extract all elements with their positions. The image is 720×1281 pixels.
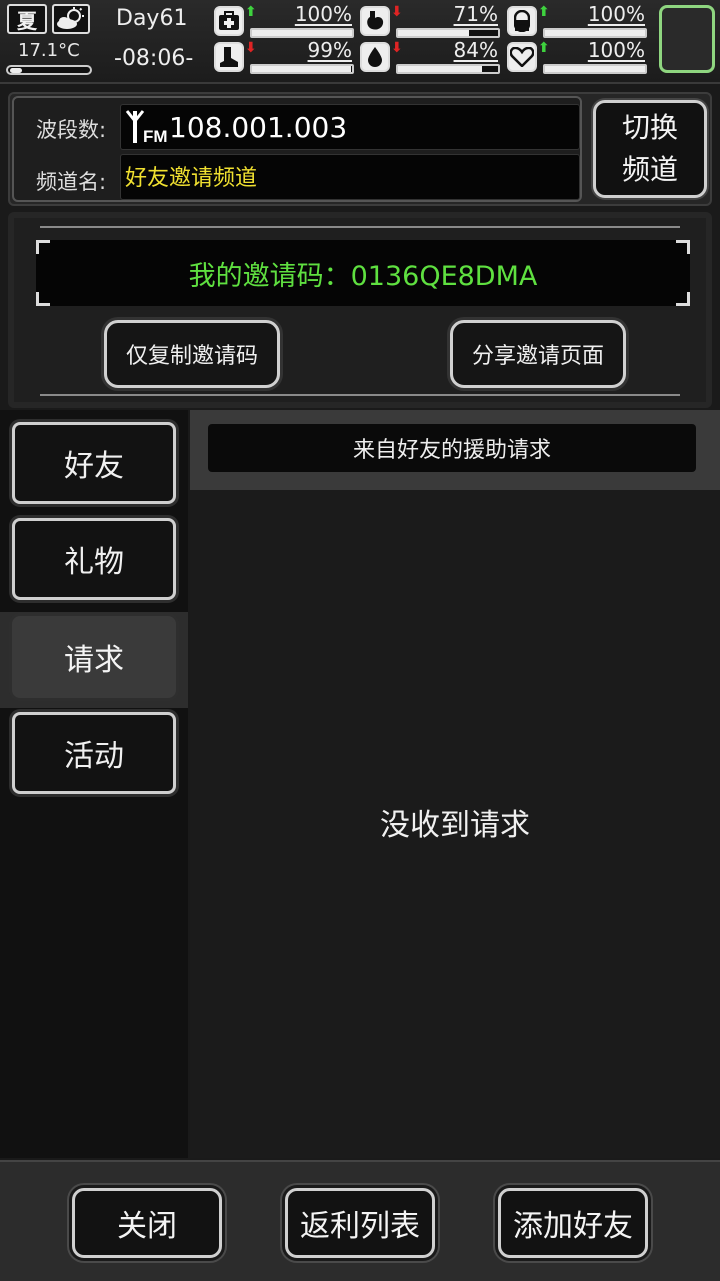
temperature-text: 17.1°C: [18, 40, 80, 61]
game-clock: -08:06-: [114, 46, 194, 71]
stat-bar: [250, 28, 354, 38]
stomach-icon: [360, 6, 390, 36]
stat-fill: [398, 30, 469, 36]
channel-name-box: 好友邀请频道: [120, 154, 580, 200]
close-button[interactable]: 关闭: [72, 1188, 222, 1258]
stat-mood: ⬆ 100%: [507, 38, 647, 74]
stat-medicine: ⬆ 100%: [507, 2, 647, 38]
rebate-list-button[interactable]: 返利列表: [285, 1188, 435, 1258]
sidebar-item-events[interactable]: 活动: [12, 712, 176, 794]
fm-label: FM: [143, 127, 168, 145]
stat-fill: [545, 30, 645, 36]
switch-channel-button[interactable]: 切换 频道: [593, 100, 707, 198]
stat-bar: [250, 64, 354, 74]
invite-code-text: 我的邀请码：0136QE8DMA: [188, 260, 538, 292]
stat-bar: [396, 28, 500, 38]
stat-bar: [543, 64, 647, 74]
stat-fill: [252, 66, 351, 72]
trend-up-icon: ⬆: [538, 4, 550, 20]
stat-fill: [398, 66, 482, 72]
day-counter: Day61: [116, 6, 188, 31]
stat-fill: [545, 66, 645, 72]
invite-inner: 我的邀请码：0136QE8DMA 仅复制邀请码 分享邀请页面: [14, 218, 706, 402]
first-aid-icon: [214, 6, 244, 36]
stat-bar: [543, 28, 647, 38]
invite-code-box: 我的邀请码：0136QE8DMA: [36, 240, 690, 306]
sidebar-item-gifts[interactable]: 礼物: [12, 518, 176, 600]
channel-panel: 波段数: FM 108.001.003 频道名: 好友邀请频道 切换 频道: [8, 92, 712, 206]
water-drop-icon: [360, 42, 390, 72]
temperature-bar: [6, 65, 92, 75]
divider-top: [40, 226, 680, 228]
trend-up-icon: ⬆: [245, 4, 257, 20]
share-invite-page-button[interactable]: 分享邀请页面: [450, 320, 626, 388]
divider-bottom: [40, 394, 680, 396]
sidebar: 好友 礼物 请求 活动: [0, 410, 188, 1158]
frequency-box: FM 108.001.003: [120, 104, 580, 150]
stat-percent: 100%: [587, 38, 645, 62]
weather-icon: [52, 4, 90, 34]
stat-bar: [396, 64, 500, 74]
channel-name-label: 频道名:: [36, 170, 107, 194]
trend-down-icon: ⬇: [391, 40, 403, 56]
frequency-value: 108.001.003: [169, 111, 348, 144]
trend-up-icon: ⬆: [538, 40, 550, 56]
content-title: 来自好友的援助请求: [208, 424, 696, 472]
heart-icon: [507, 42, 537, 72]
stat-percent: 100%: [587, 2, 645, 26]
stat-percent: 100%: [294, 2, 352, 26]
add-friend-button[interactable]: 添加好友: [498, 1188, 648, 1258]
pill-icon: [507, 6, 537, 36]
stat-percent: 71%: [453, 2, 498, 26]
band-label: 波段数:: [36, 118, 107, 142]
invite-panel: 我的邀请码：0136QE8DMA 仅复制邀请码 分享邀请页面: [8, 212, 712, 408]
bottom-bar: 关闭 返利列表 添加好友: [0, 1160, 720, 1281]
status-bar: 夏 17.1°C Day61 -08:06- ⬆ 100% ⬇ 71% ⬆ 10…: [0, 0, 720, 84]
sidebar-item-requests[interactable]: 请求: [12, 616, 176, 698]
stat-percent: 84%: [453, 38, 498, 62]
temperature-fill: [10, 68, 22, 73]
antenna-icon: FM: [125, 109, 169, 149]
stat-health: ⬆ 100%: [214, 2, 354, 38]
stat-thirst: ⬇ 84%: [360, 38, 500, 74]
channel-info: 波段数: FM 108.001.003 频道名: 好友邀请频道: [12, 96, 582, 202]
stat-stamina: ⬇ 99%: [214, 38, 354, 74]
stat-hunger: ⬇ 71%: [360, 2, 500, 38]
content-header: 来自好友的援助请求: [190, 410, 720, 490]
boot-icon: [214, 42, 244, 72]
stat-percent: 99%: [307, 38, 352, 62]
temperature-gauge: 17.1°C: [6, 40, 92, 76]
trend-down-icon: ⬇: [391, 4, 403, 20]
status-slot-button[interactable]: [659, 5, 715, 73]
copy-invite-code-button[interactable]: 仅复制邀请码: [104, 320, 280, 388]
sidebar-item-friends[interactable]: 好友: [12, 422, 176, 504]
trend-down-icon: ⬇: [245, 40, 257, 56]
requests-content: 来自好友的援助请求 没收到请求: [190, 410, 720, 1158]
season-badge: 夏: [7, 4, 47, 34]
empty-state-message: 没收到请求: [380, 808, 530, 843]
channel-name-value: 好友邀请频道: [125, 166, 258, 191]
stat-fill: [252, 30, 352, 36]
